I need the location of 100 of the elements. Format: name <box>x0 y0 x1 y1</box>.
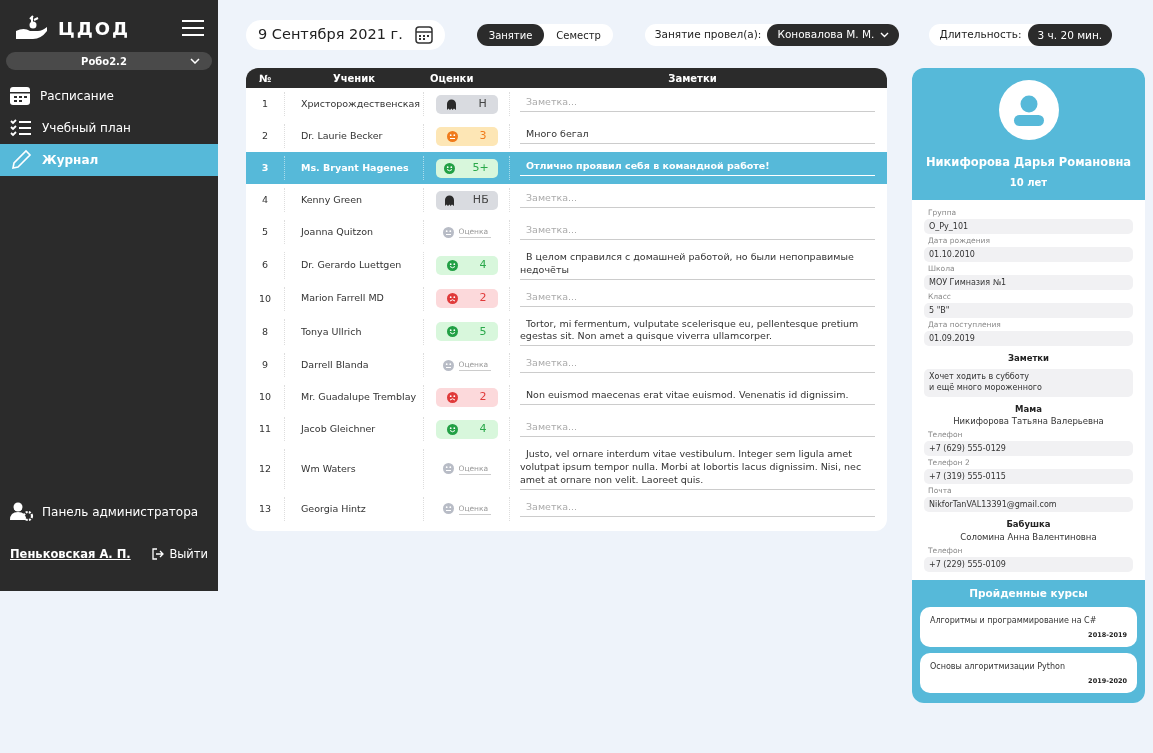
student-name: Dr. Gerardo Luettgen <box>301 259 402 272</box>
course-title: Алгоритмы и программирование на C# <box>930 615 1098 628</box>
face-icon <box>446 326 458 338</box>
face-icon <box>446 391 458 403</box>
section-title: Заметки <box>1006 352 1051 365</box>
user-name-link[interactable]: Пеньковская А. П. <box>10 545 131 563</box>
column-header: Заметки <box>667 71 718 86</box>
info-field: 5 "В" <box>924 303 1133 319</box>
face-icon <box>444 162 456 174</box>
note-field[interactable]: Non euismod maecenas erat vitae euismod. Venenatis id dignissim. <box>520 389 875 406</box>
calendar-icon <box>10 87 30 105</box>
face-icon <box>442 503 454 515</box>
face-icon <box>442 359 454 371</box>
face-icon <box>446 293 458 305</box>
admin-panel-link[interactable]: Панель администратора <box>0 497 218 526</box>
row-number: 13 <box>258 501 272 516</box>
column-header: Оценки <box>429 71 475 86</box>
row-number: 9 <box>261 358 268 373</box>
section-title: Пройденные курсы <box>968 585 1089 601</box>
app-logo-text: ЦДОД <box>58 16 131 41</box>
ghost-icon <box>446 98 458 110</box>
logout-button[interactable]: Выйти <box>152 545 208 563</box>
nav-item[interactable]: Учебный план <box>0 112 218 144</box>
mode-tab[interactable]: Занятие <box>476 24 545 46</box>
info-field: +7 (629) 555-0129 <box>924 441 1133 457</box>
grade-badge[interactable]: Н <box>435 94 498 114</box>
student-name: Tonya Ullrich <box>301 325 362 339</box>
note-field[interactable]: Tortor, mi fermentum, vulputate scelerisque eu, pellentesque pretium egestas sit. Non amet a quisque viverra ullamcorper. <box>520 317 875 347</box>
teacher-label: Занятие провел(а): <box>654 27 762 43</box>
chevron-down-icon <box>880 32 890 38</box>
face-icon <box>442 226 454 238</box>
teacher-select[interactable]: Коновалова М. М. <box>767 24 900 46</box>
user-gear-icon <box>10 501 34 522</box>
info-field: 01.10.2010 <box>924 247 1133 263</box>
menu-button[interactable] <box>182 20 204 36</box>
duration-label: Длительность: <box>939 27 1022 43</box>
student-name: Kenny Green <box>301 193 363 207</box>
group-select[interactable]: Робо2.2 <box>6 52 212 70</box>
table-row[interactable]: 2 Dr. Laurie Becker 3 Много бегал <box>246 120 887 152</box>
row-number: 5 <box>261 224 268 239</box>
row-number: 12 <box>258 461 272 476</box>
notes-field: Хочет ходить в субботу и ещё много мороженного <box>924 369 1133 397</box>
table-row[interactable]: 10 Mr. Guadalupe Tremblay 2 Non euismod maecenas erat vitae euismod. Venenatis id dignissim. <box>246 381 887 414</box>
student-name: Darrell Blanda <box>301 359 369 372</box>
row-number: 3 <box>261 160 269 175</box>
note-field[interactable]: В целом справился с домашней работой, но были непоправимые недочёты <box>520 251 875 280</box>
contact-role: Мама <box>1014 402 1043 416</box>
student-name: Marion Farrell MD <box>301 292 384 305</box>
student-full-name: Никифорова Дарья Романовна <box>925 154 1132 171</box>
table-row[interactable]: 4 Kenny Green НБ Заметка... <box>246 184 887 216</box>
student-name: Ms. Bryant Hagenes <box>301 161 409 175</box>
student-name: Христорождественская <box>301 97 420 111</box>
info-field: +7 (319) 555-0115 <box>924 469 1133 485</box>
note-field[interactable]: Много бегал <box>520 128 875 144</box>
row-number: 10 <box>258 390 272 405</box>
column-header: № <box>258 71 272 86</box>
grade-badge[interactable]: НБ <box>435 190 498 210</box>
date-picker[interactable]: 9 Сентября 2021 г. <box>246 20 445 50</box>
face-icon <box>442 463 454 475</box>
chevron-down-icon <box>190 58 200 64</box>
checklist-icon <box>10 119 32 137</box>
duration-value: 3 ч. 20 мин. <box>1027 24 1113 46</box>
ghost-icon <box>444 194 456 206</box>
pencil-icon <box>10 149 32 171</box>
student-name: Georgia Hintz <box>301 502 366 515</box>
avatar-icon <box>998 80 1059 140</box>
face-icon <box>446 423 458 435</box>
student-name: Dr. Laurie Becker <box>301 129 383 143</box>
student-name: Wm Waters <box>301 462 356 476</box>
row-number: 4 <box>261 192 268 207</box>
nav-item[interactable]: Расписание <box>0 80 218 112</box>
student-name: Jacob Gleichner <box>301 423 376 436</box>
mode-tab[interactable]: Семестр <box>544 24 613 46</box>
table-row[interactable]: 1 Христорождественская Н Заметка... <box>246 88 887 120</box>
calendar-icon <box>414 26 433 44</box>
info-field: NikforTanVAL13391@gmail.com <box>924 497 1133 513</box>
row-number: 11 <box>258 422 272 437</box>
info-field: +7 (229) 555-0109 <box>924 556 1133 572</box>
table-row[interactable]: 6 Dr. Gerardo Luettgen 4 В целом справился с домашней работой, но были непоправимые недочёты <box>246 248 887 283</box>
info-field: 01.09.2019 <box>924 331 1133 347</box>
row-number: 2 <box>261 128 268 143</box>
face-icon <box>446 130 458 142</box>
info-field: O_Py_101 <box>924 219 1133 235</box>
row-number: 6 <box>261 258 268 273</box>
contact-role: Бабушка <box>1005 518 1052 531</box>
row-number: 1 <box>261 96 268 111</box>
info-field: МОУ Гимназия №1 <box>924 275 1133 291</box>
student-name: Joanna Quitzon <box>301 225 373 239</box>
column-header: Ученик <box>331 71 377 86</box>
hand-plant-icon <box>14 15 48 41</box>
student-age: 10 лет <box>1009 176 1048 191</box>
face-icon <box>446 259 458 271</box>
contact-name: Соломина Анна Валентиновна <box>959 530 1098 544</box>
table-row[interactable]: 8 Tonya Ullrich 5 Tortor, mi fermentum, vulputate scelerisque eu, pellentesque pretium egestas sit. Non amet a quisque viverra ullamcorper. <box>246 314 887 350</box>
note-field[interactable]: Justo, vel ornare interdum vitae vestibulum. Integer sem ligula amet volutpat ipsum tempor nulla. Morbi at lobortis lacus dignissim. Nisi, nec amet at ornare non velit. Laoreet quis. <box>520 448 875 490</box>
student-name: Mr. Guadalupe Tremblay <box>301 391 417 404</box>
row-number: 8 <box>261 324 268 339</box>
row-number: 10 <box>258 291 272 306</box>
contact-name: Никифорова Татьяна Валерьевна <box>952 415 1105 429</box>
logout-icon <box>152 548 165 561</box>
